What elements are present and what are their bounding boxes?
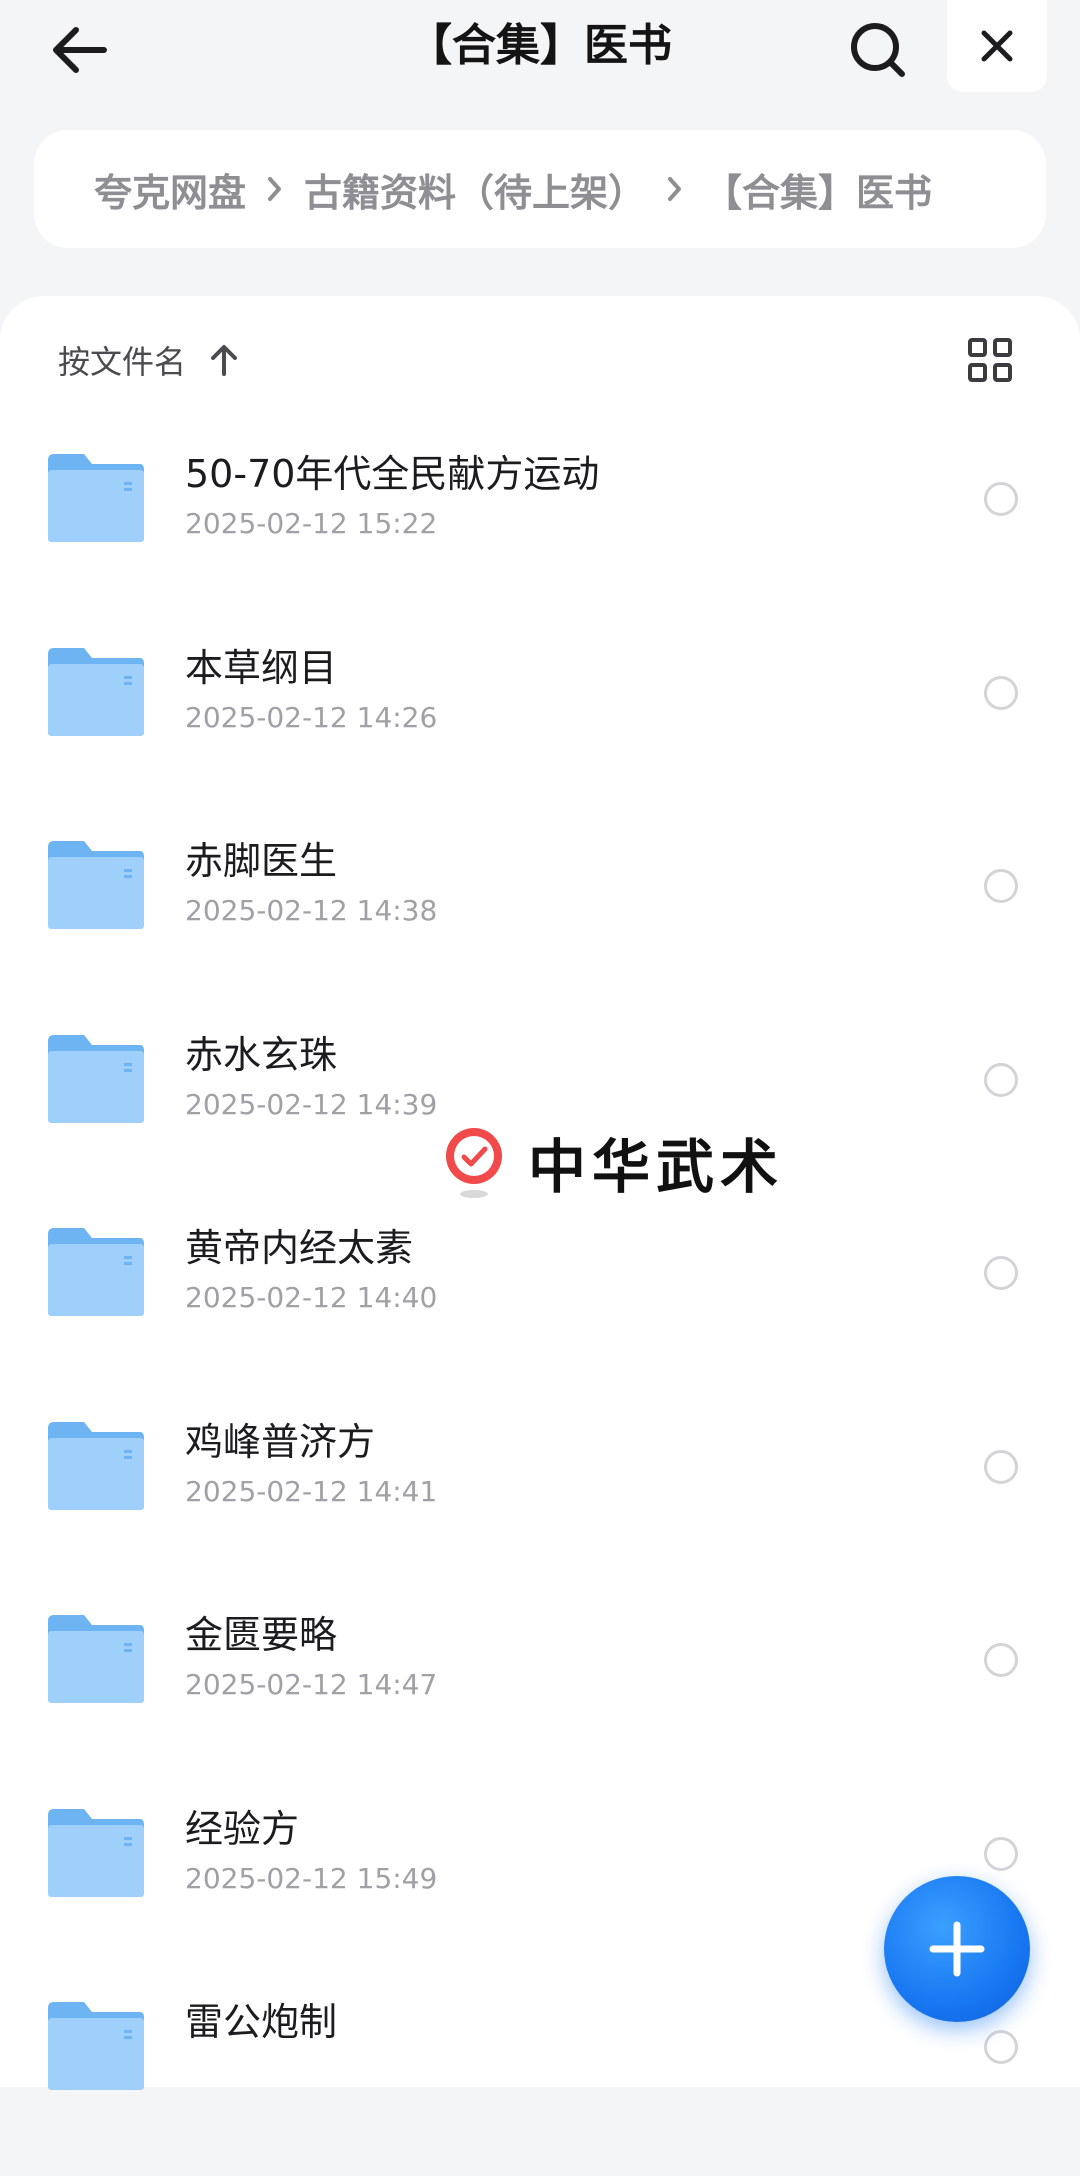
file-name: 鸡峰普济方: [185, 1419, 376, 1464]
select-radio[interactable]: [984, 1643, 1018, 1677]
breadcrumb-item-parent[interactable]: 古籍资料（待上架）: [304, 162, 646, 217]
breadcrumb-item-current: 【合集】医书: [704, 170, 933, 215]
select-radio[interactable]: [984, 1062, 1018, 1097]
file-name: 经验方: [185, 1806, 300, 1851]
file-row[interactable]: 赤脚医生 2025-02-12 14:38: [0, 821, 1080, 1015]
folder-icon: [48, 1808, 144, 1897]
folder-icon: [48, 1034, 144, 1123]
select-radio[interactable]: [984, 869, 1018, 903]
close-icon: [981, 30, 1013, 62]
folder-icon: [48, 647, 144, 736]
select-radio[interactable]: [984, 482, 1018, 516]
file-row[interactable]: 金匮要略 2025-02-12 14:47: [0, 1595, 1080, 1789]
file-date: 2025-02-12 14:41: [185, 1474, 438, 1508]
page-title: 【合集】医书: [408, 20, 672, 71]
chevron-right-icon: [646, 169, 704, 209]
file-row[interactable]: 本草纲目 2025-02-12 14:26: [0, 628, 1080, 822]
grid-view-icon: [968, 338, 1012, 382]
plus-icon: [929, 1921, 985, 1977]
search-icon: [851, 23, 905, 77]
sort-control[interactable]: 按文件名: [58, 336, 242, 384]
file-date: 2025-02-12 14:39: [185, 1087, 438, 1121]
add-button[interactable]: [884, 1876, 1030, 2022]
file-row[interactable]: 鸡峰普济方 2025-02-12 14:41: [0, 1402, 1080, 1596]
watermark: 中华武术: [440, 1122, 784, 1202]
folder-icon: [48, 2002, 144, 2090]
arrow-up-icon: [206, 340, 242, 380]
file-name: 赤水玄珠: [185, 1032, 338, 1077]
file-date: 2025-02-12 14:47: [185, 1668, 438, 1701]
folder-icon: [48, 1421, 144, 1510]
watermark-text: 中华武术: [528, 1133, 785, 1201]
file-date: 2025-02-12 15:22: [185, 507, 438, 540]
breadcrumb-item-root[interactable]: 夸克网盘: [94, 162, 246, 217]
file-name: 金匮要略: [185, 1613, 338, 1657]
file-date: 2025-02-12 15:49: [185, 1861, 438, 1895]
select-radio[interactable]: [984, 675, 1018, 710]
folder-icon: [48, 1228, 144, 1316]
select-radio[interactable]: [984, 1836, 1018, 1871]
file-row[interactable]: 50-70年代全民献方运动 2025-02-12 15:22: [0, 434, 1080, 628]
close-button[interactable]: [947, 0, 1047, 92]
folder-icon: [48, 1615, 144, 1703]
select-radio[interactable]: [984, 1449, 1018, 1484]
file-row[interactable]: 黄帝内经太素 2025-02-12 14:40: [0, 1208, 1080, 1402]
file-name: 本草纲目: [185, 645, 338, 690]
search-button[interactable]: [840, 12, 916, 88]
checkmark-pin-icon: [446, 1128, 502, 1198]
arrow-left-icon: [53, 27, 107, 73]
file-name: 50-70年代全民献方运动: [185, 452, 600, 496]
file-name: 雷公炮制: [185, 2000, 338, 2044]
file-name: 赤脚医生: [185, 839, 338, 883]
file-name: 黄帝内经太素: [185, 1226, 414, 1270]
select-radio[interactable]: [984, 1256, 1018, 1290]
file-date: 2025-02-12 14:40: [185, 1281, 438, 1314]
file-date: 2025-02-12 14:26: [185, 700, 438, 734]
chevron-right-icon: [246, 169, 304, 209]
top-bar: 【合集】医书: [0, 0, 1080, 100]
grid-view-button[interactable]: [962, 332, 1018, 388]
breadcrumb: 夸克网盘 古籍资料（待上架） 【合集】医书: [34, 130, 1046, 248]
sort-label: 按文件名: [58, 343, 187, 381]
folder-icon: [48, 454, 144, 542]
select-radio[interactable]: [984, 2030, 1018, 2064]
back-button[interactable]: [40, 12, 116, 88]
folder-icon: [48, 841, 144, 929]
file-date: 2025-02-12 14:38: [185, 894, 438, 927]
